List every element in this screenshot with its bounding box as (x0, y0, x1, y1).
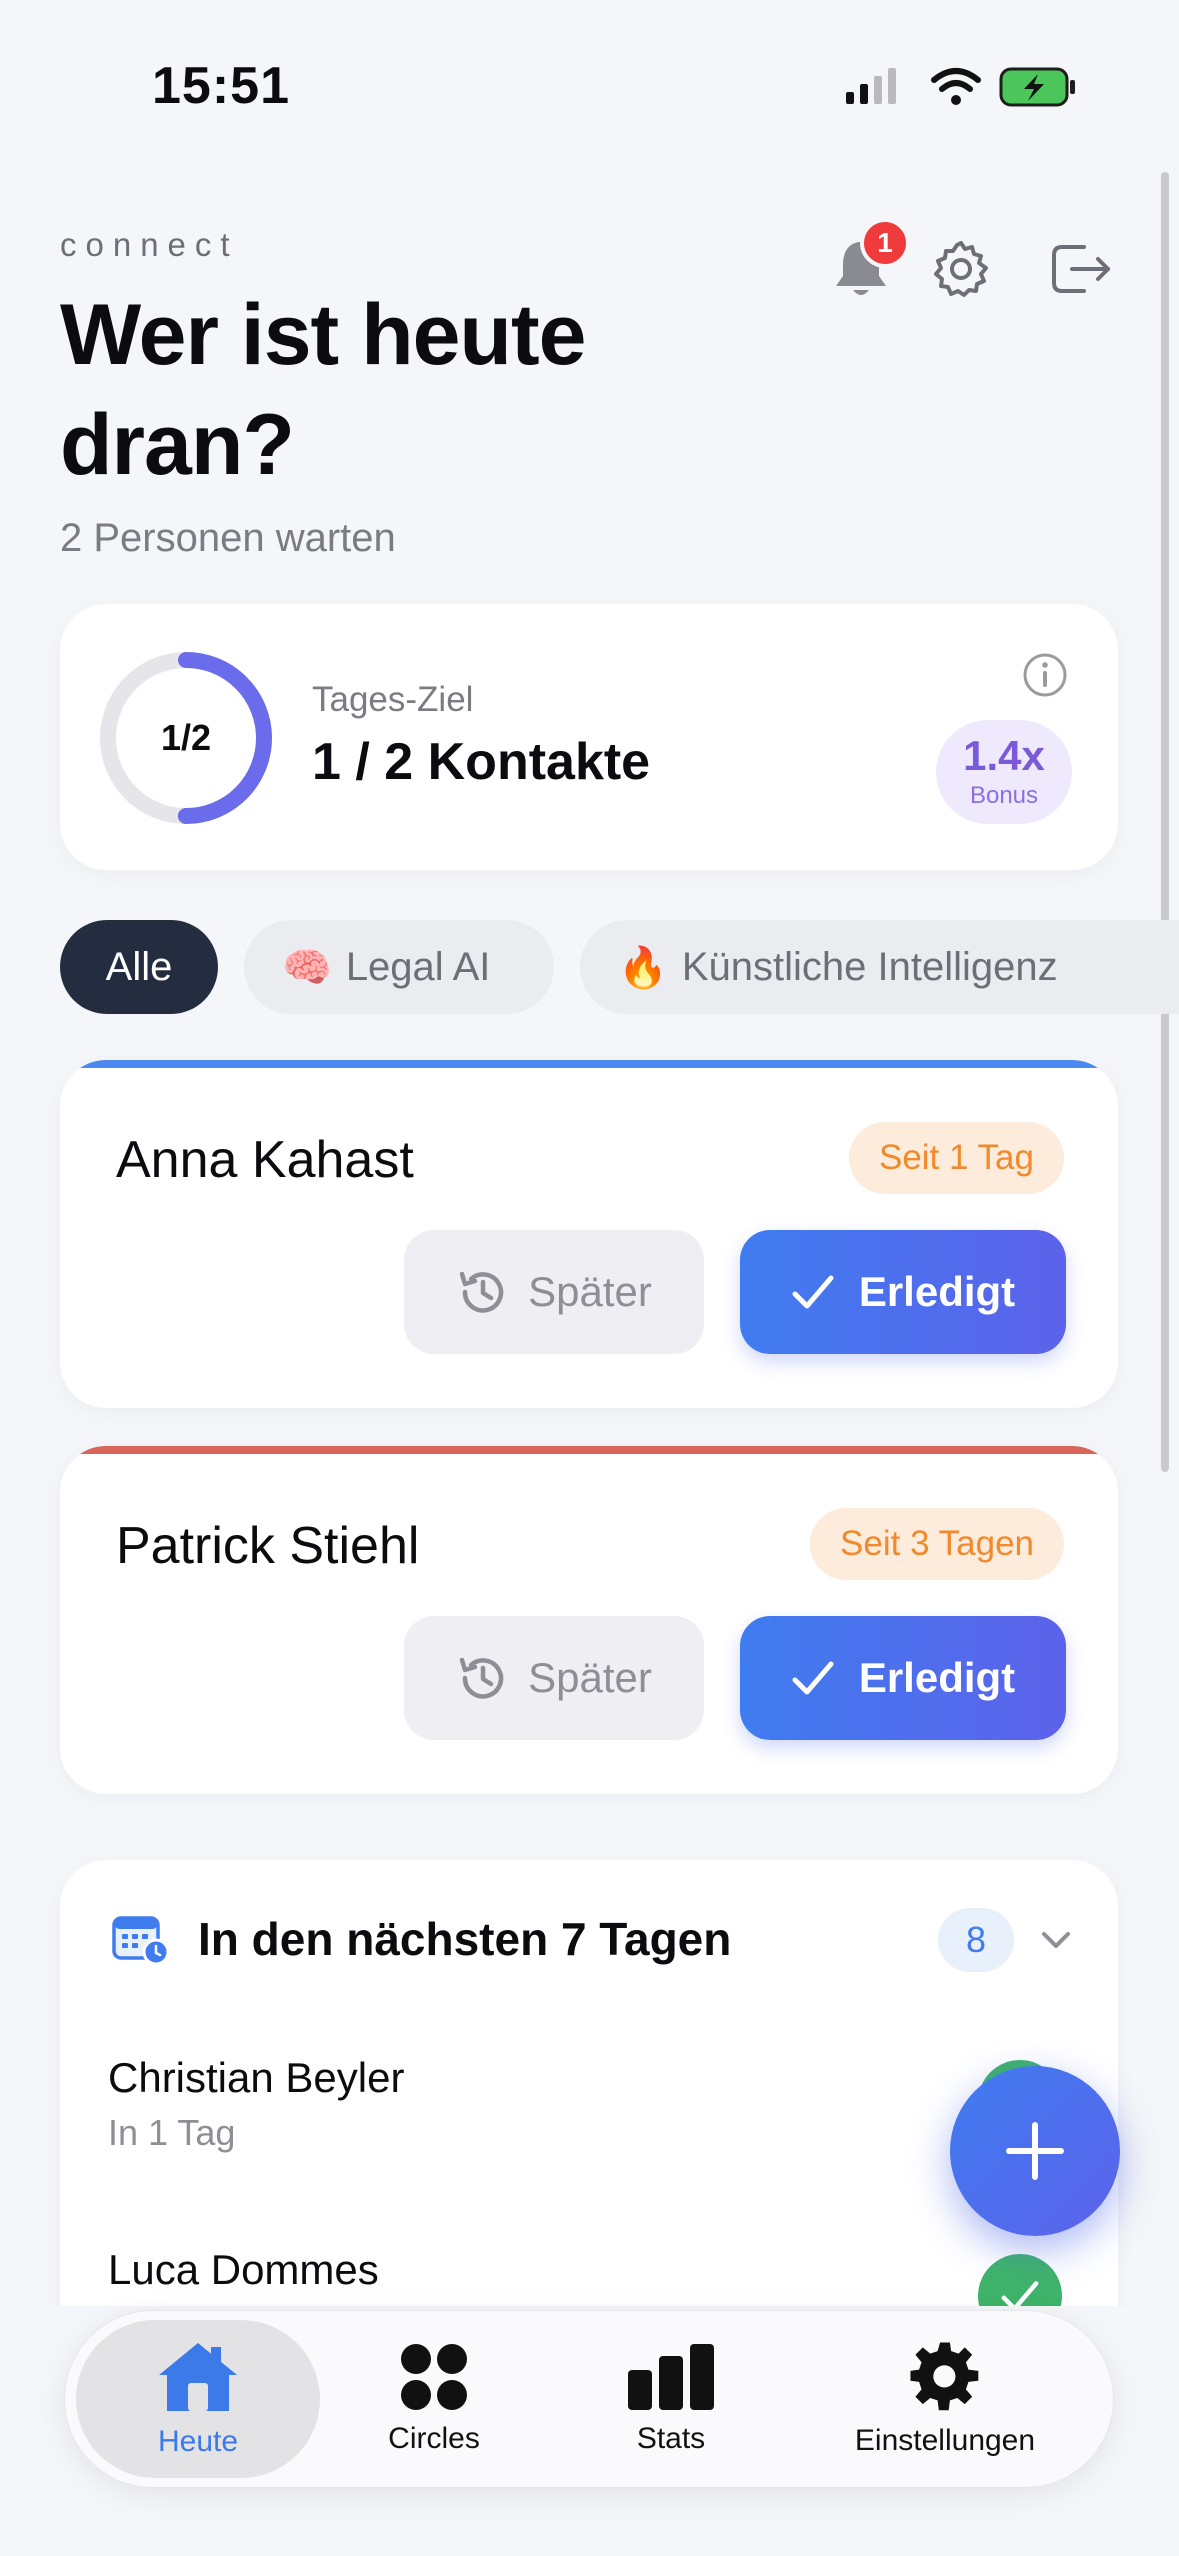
upcoming-contact-name: Christian Beyler (108, 2054, 405, 2101)
history-icon (459, 1657, 504, 1699)
checkmark-icon (792, 1661, 834, 1695)
filter-chip-legal-ai[interactable]: 🧠 Legal AI (244, 920, 554, 1014)
contact-card[interactable]: Anna Kahast Seit 1 Tag Später Erledigt (60, 1060, 1118, 1408)
chevron-down-icon[interactable] (1036, 1920, 1076, 1960)
done-label: Erledigt (858, 1654, 1016, 1701)
tab-stats[interactable]: Stats (556, 2320, 786, 2478)
bonus-badge: 1.4x Bonus (936, 720, 1072, 824)
waiting-count: 2 Personen warten (60, 516, 396, 560)
settings-button[interactable] (916, 224, 1006, 314)
add-contact-button[interactable] (950, 2066, 1120, 2236)
contact-accent-bar (60, 1060, 1118, 1068)
info-icon[interactable] (1022, 652, 1068, 698)
history-icon (459, 1271, 504, 1313)
signal-icon (846, 68, 896, 104)
filter-chip-label: Legal AI (345, 944, 491, 989)
later-button[interactable]: Später (404, 1616, 704, 1740)
tab-label: Einstellungen (854, 2424, 1036, 2457)
brain-icon: 🧠 (282, 945, 332, 990)
since-badge: Seit 1 Tag (848, 1122, 1064, 1194)
goal-progress-text: 1/2 (160, 717, 212, 758)
filter-chip-kuenstliche-intelligenz[interactable]: 🔥 Künstliche Intelligenz (580, 920, 1179, 1014)
house-icon (159, 2343, 237, 2411)
upcoming-title: In den nächsten 7 Tagen (198, 1913, 732, 1965)
logout-button[interactable] (1036, 224, 1126, 314)
goal-value: 1 / 2 Kontakte (312, 733, 651, 791)
later-button[interactable]: Später (404, 1230, 704, 1354)
later-label: Später (528, 1268, 652, 1315)
status-icons (846, 67, 1075, 107)
filter-chip-all[interactable]: Alle (60, 920, 218, 1014)
goal-label: Tages-Ziel (312, 680, 474, 719)
contact-name: Patrick Stiehl (116, 1517, 420, 1575)
tab-label: Heute (157, 2425, 239, 2458)
logout-icon (1052, 245, 1110, 293)
battery-icon (999, 67, 1075, 107)
calendar-icon (112, 1916, 170, 1966)
status-time: 15:51 (152, 57, 290, 115)
gear-icon (934, 241, 988, 297)
tab-circles[interactable]: Circles (314, 2320, 554, 2478)
contact-accent-bar (60, 1446, 1118, 1454)
scroll-indicator[interactable] (1161, 172, 1169, 1472)
upcoming-contact-due: In 1 Tag (108, 2112, 236, 2153)
upcoming-contact-name: Luca Dommes (108, 2246, 379, 2293)
done-button[interactable]: Erledigt (740, 1616, 1066, 1740)
plus-icon (1006, 2122, 1064, 2180)
contact-card[interactable]: Patrick Stiehl Seit 3 Tagen Später Erled… (60, 1446, 1118, 1794)
page-title: Wer ist heute dran? (60, 287, 586, 493)
tab-label: Stats (636, 2422, 706, 2455)
tab-label: Circles (388, 2422, 480, 2455)
since-badge: Seit 3 Tagen (810, 1508, 1064, 1580)
bonus-value: 1.4x (963, 732, 1045, 779)
filter-chip-label: Künstliche Intelligenz (681, 944, 1058, 989)
wifi-icon (931, 68, 981, 105)
tab-einstellungen[interactable]: Einstellungen (810, 2320, 1080, 2478)
upcoming-count-badge: 8 (938, 1908, 1014, 1972)
brand-label: connect (60, 226, 239, 263)
tab-heute[interactable]: Heute (76, 2320, 320, 2478)
gear-icon (910, 2342, 979, 2411)
done-label: Erledigt (858, 1268, 1016, 1315)
checkmark-icon (792, 1275, 834, 1309)
bar-chart-icon (628, 2344, 714, 2410)
later-label: Später (528, 1654, 652, 1701)
contact-name: Anna Kahast (116, 1131, 414, 1189)
bonus-label: Bonus (969, 782, 1039, 809)
fire-icon: 🔥 (618, 945, 668, 990)
notification-badge: 1 (860, 218, 910, 268)
circles-icon (401, 2344, 467, 2410)
filter-chip-label: Alle (105, 944, 173, 989)
done-button[interactable]: Erledigt (740, 1230, 1066, 1354)
